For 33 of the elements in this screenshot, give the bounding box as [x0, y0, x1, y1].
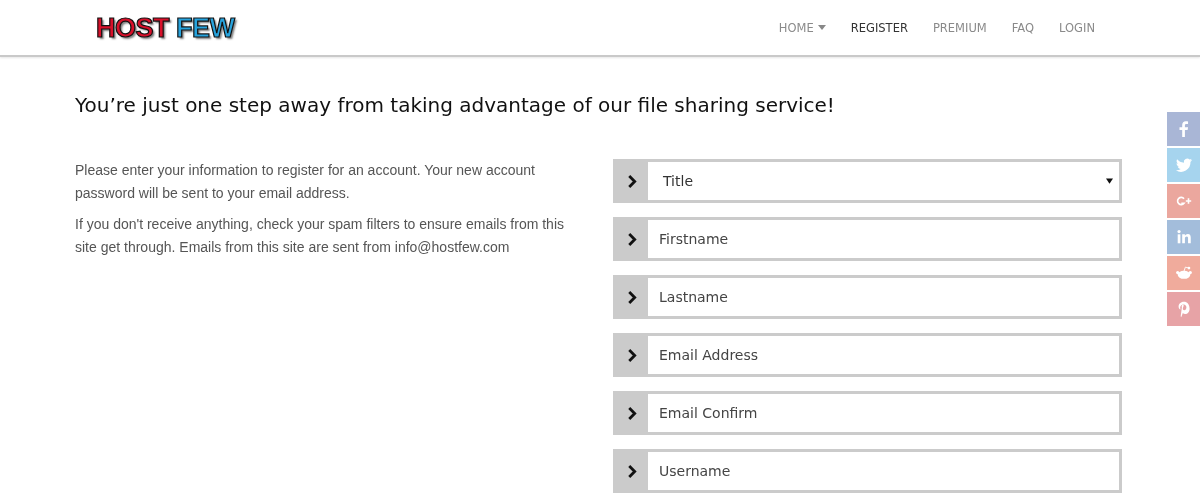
- share-button[interactable]: [1167, 220, 1200, 254]
- nav-link[interactable]: LOGIN: [1059, 20, 1095, 35]
- twitter-bird-icon: [1174, 156, 1193, 174]
- dropdown-arrow-icon: [1106, 178, 1113, 184]
- form-field[interactable]: Email Address: [613, 333, 1122, 377]
- select-value: Title: [663, 173, 693, 189]
- page-subtitle: You’re just one step away from taking advantage of our file sharing service!: [75, 93, 836, 117]
- form-field[interactable]: Email Confirm: [613, 391, 1122, 435]
- linkedin-icon: [1174, 228, 1193, 246]
- form-field[interactable]: Username: [613, 449, 1122, 493]
- intro-paragraph: If you don't receive anything, check your spam filters to ensure emails from this site get through. Emails from this site are sent from info@hostfew.com: [75, 215, 565, 257]
- site-logo[interactable]: HOST FEW: [96, 11, 235, 44]
- nav-link[interactable]: REGISTER: [850, 20, 908, 35]
- chevron-icon: [627, 232, 637, 246]
- reddit-alien-icon: [1174, 264, 1193, 282]
- share-button[interactable]: [1167, 184, 1200, 218]
- share-button[interactable]: [1167, 292, 1200, 326]
- chevron-icon: [627, 290, 637, 304]
- form-field[interactable]: Firstname: [613, 217, 1122, 261]
- chevron-icon: [627, 348, 637, 362]
- nav-link[interactable]: PREMIUM: [932, 20, 987, 35]
- nav-link[interactable]: FAQ: [1011, 20, 1035, 35]
- nav-link[interactable]: HOME: [778, 20, 826, 35]
- select-field[interactable]: Title: [648, 162, 1119, 200]
- intro-paragraph: Please enter your information to register for an account. Your new account password will be sent to your email address.: [75, 161, 536, 203]
- chevron-icon: [627, 174, 637, 188]
- form-field[interactable]: Title: [613, 159, 1122, 203]
- form-field[interactable]: Lastname: [613, 275, 1122, 319]
- chevron-icon: [627, 406, 637, 420]
- chevron-icon: [627, 464, 637, 478]
- share-button[interactable]: [1167, 256, 1200, 290]
- share-button[interactable]: [1167, 112, 1200, 146]
- share-button[interactable]: [1167, 148, 1200, 182]
